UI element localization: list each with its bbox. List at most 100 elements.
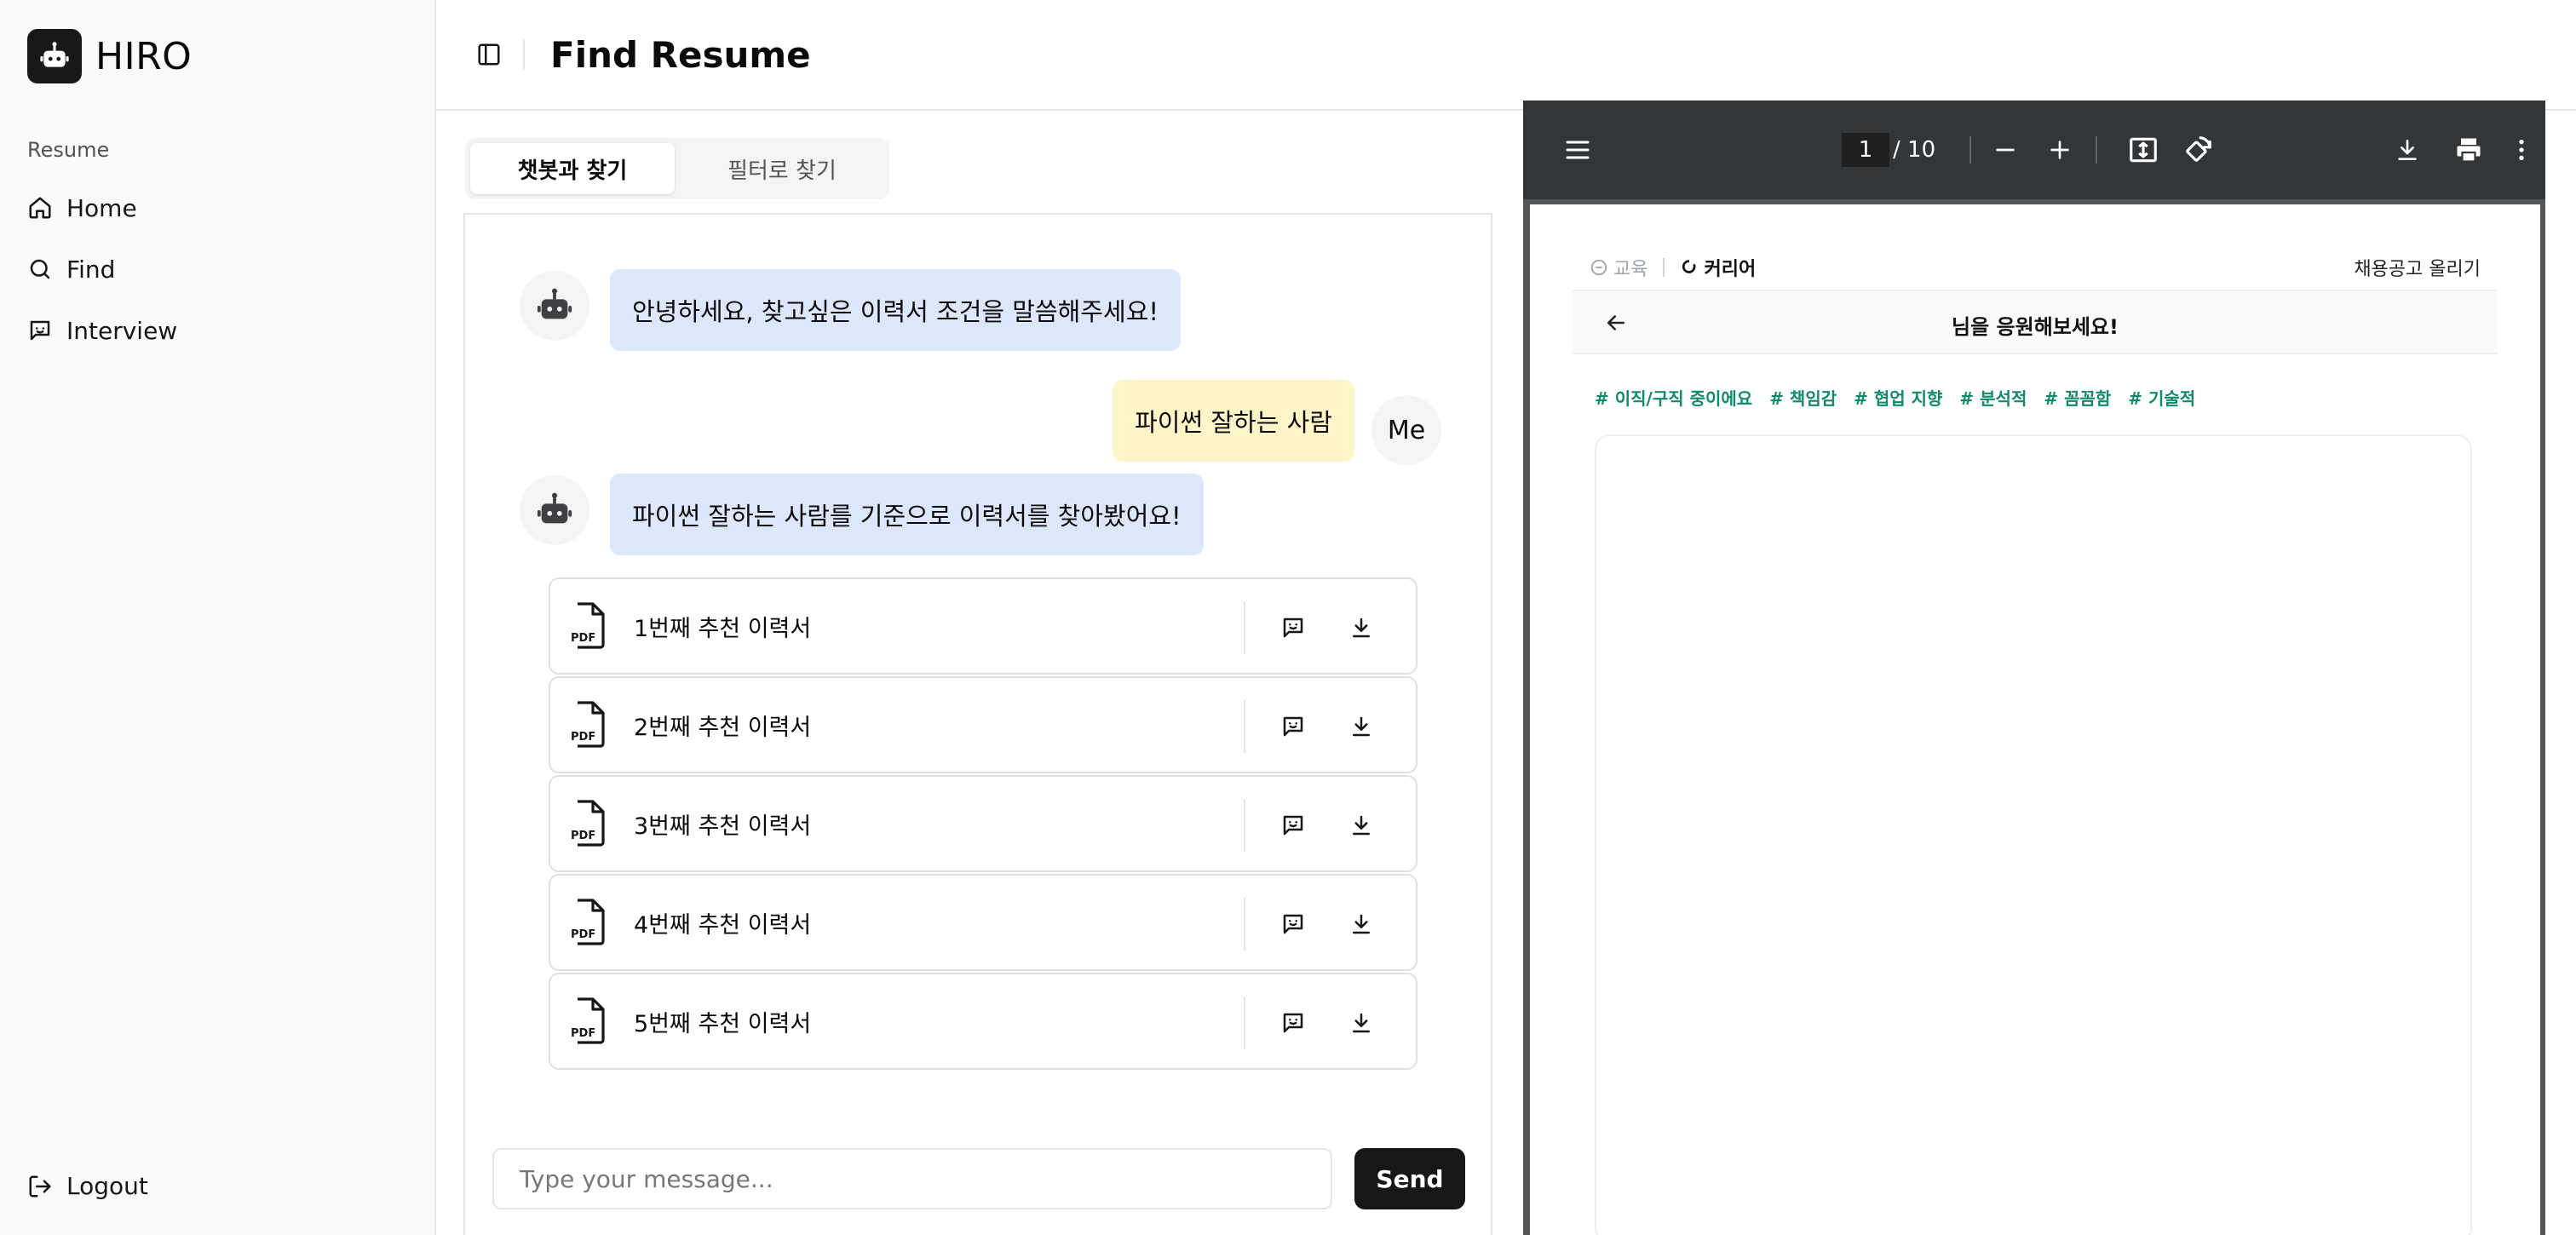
pdf-post-job-link: 채용공고 올리기 bbox=[2354, 259, 2481, 280]
message-smile-icon bbox=[1283, 815, 1303, 836]
pdf-content-card bbox=[1595, 434, 2472, 1235]
download-button[interactable] bbox=[2387, 129, 2428, 170]
resume-result-label: 2번째 추천 이력서 bbox=[634, 714, 812, 741]
zoom-out-button[interactable] bbox=[1985, 129, 2026, 170]
download-icon bbox=[1353, 815, 1370, 836]
sidebar-item-label: Interview bbox=[66, 316, 178, 345]
interview-chat-button[interactable] bbox=[1276, 709, 1310, 744]
download-icon bbox=[1353, 1013, 1370, 1033]
sidebar-nav: Home Find Interview bbox=[27, 177, 411, 361]
sidebar-item-label: Home bbox=[66, 193, 137, 222]
download-resume-button[interactable] bbox=[1344, 709, 1378, 744]
logout-label: Logout bbox=[66, 1172, 148, 1200]
download-icon bbox=[1353, 716, 1370, 737]
sidebar-item-interview[interactable]: Interview bbox=[27, 300, 411, 361]
robot-logo-icon bbox=[27, 29, 82, 83]
resume-results-list: PDF 1번째 추천 이력서 PDF 2번째 추천 이력서 PDF 3번째 추천 이력서 P… bbox=[549, 577, 1417, 1071]
resume-result-item[interactable]: PDF 4번째 추천 이력서 bbox=[549, 874, 1417, 971]
pdf-nav-education-label: 교육 bbox=[1613, 259, 1648, 280]
pdf-nav-education: 교육 bbox=[1590, 254, 1647, 281]
sidebar-item-home[interactable]: Home bbox=[27, 177, 411, 238]
search-mode-tabs: 챗봇과 찾기 필터로 찾기 bbox=[465, 138, 889, 199]
send-button[interactable]: Send bbox=[1354, 1148, 1465, 1209]
download-resume-button[interactable] bbox=[1344, 1006, 1378, 1040]
pdf-nav: 교육 커리어 bbox=[1590, 254, 1756, 281]
user-message: 파이썬 잘하는 사람 bbox=[1113, 380, 1354, 462]
tab-filter-search[interactable]: 필터로 찾기 bbox=[680, 143, 884, 194]
menu-button[interactable] bbox=[1557, 129, 1598, 170]
sidebar-toggle-button[interactable] bbox=[465, 31, 513, 78]
bot-avatar bbox=[520, 271, 589, 341]
fit-page-button[interactable] bbox=[2123, 129, 2164, 170]
page-number-input[interactable]: 1 bbox=[1842, 133, 1889, 167]
interview-chat-button[interactable] bbox=[1276, 1006, 1310, 1040]
bot-message: 안녕하세요, 찾고싶은 이력서 조건을 말씀해주세요! bbox=[610, 269, 1181, 351]
message-smile-icon bbox=[1283, 914, 1303, 934]
resume-result-label: 5번째 추천 이력서 bbox=[634, 1010, 812, 1037]
resume-result-item[interactable]: PDF 3번째 추천 이력서 bbox=[549, 775, 1417, 872]
logout-button[interactable]: Logout bbox=[27, 1172, 148, 1200]
message-input[interactable] bbox=[492, 1148, 1332, 1209]
pdf-page: 교육 커리어 채용공고 올리기 님을 응원해보세요! # 이직/구직 중이에요 … bbox=[1530, 204, 2540, 1235]
more-vertical-icon bbox=[2519, 140, 2524, 160]
search-icon bbox=[30, 259, 50, 279]
more-options-button[interactable] bbox=[2501, 129, 2542, 170]
pdf-tag: # 분석적 bbox=[1959, 388, 2027, 409]
svg-text:PDF: PDF bbox=[571, 830, 595, 842]
toolbar-divider bbox=[2096, 136, 2097, 164]
pdf-subheader: 님을 응원해보세요! bbox=[1573, 290, 2498, 354]
rotate-button[interactable] bbox=[2177, 129, 2218, 170]
tab-chatbot-search[interactable]: 챗봇과 찾기 bbox=[470, 143, 675, 194]
home-icon bbox=[29, 197, 51, 219]
pdf-tag: # 협업 지향 bbox=[1854, 388, 1943, 409]
download-resume-button[interactable] bbox=[1344, 808, 1378, 842]
pdf-toolbar: 1 / 10 bbox=[1523, 101, 2545, 199]
result-divider bbox=[1244, 997, 1245, 1049]
resume-result-item[interactable]: PDF 1번째 추천 이력서 bbox=[549, 577, 1417, 675]
pdf-file-icon: PDF bbox=[571, 800, 605, 847]
panel-left-icon bbox=[478, 43, 500, 66]
message-square-icon bbox=[30, 320, 50, 341]
brand[interactable]: HIRO bbox=[27, 29, 192, 83]
bot-avatar bbox=[520, 475, 589, 545]
interview-chat-button[interactable] bbox=[1276, 907, 1310, 941]
svg-text:PDF: PDF bbox=[571, 632, 595, 645]
result-divider bbox=[1244, 700, 1245, 753]
pdf-tag: # 이직/구직 중이에요 bbox=[1595, 388, 1753, 409]
sidebar-item-find[interactable]: Find bbox=[27, 238, 411, 300]
resume-result-label: 4번째 추천 이력서 bbox=[634, 911, 812, 939]
brand-name: HIRO bbox=[95, 34, 193, 78]
print-button[interactable] bbox=[2448, 129, 2489, 170]
robot-icon bbox=[537, 288, 572, 319]
download-resume-button[interactable] bbox=[1344, 907, 1378, 941]
fit-page-icon bbox=[2130, 137, 2157, 163]
result-divider bbox=[1244, 601, 1245, 654]
pdf-file-icon: PDF bbox=[571, 701, 605, 748]
svg-text:PDF: PDF bbox=[571, 731, 595, 744]
download-resume-button[interactable] bbox=[1344, 611, 1378, 645]
chat-panel: 안녕하세요, 찾고싶은 이력서 조건을 말씀해주세요! 파이썬 잘하는 사람 M… bbox=[463, 213, 1492, 1235]
svg-text:PDF: PDF bbox=[571, 1027, 595, 1040]
download-icon bbox=[2398, 140, 2417, 160]
pdf-tags: # 이직/구직 중이에요 # 책임감 # 협업 지향 # 분석적 # 꼼꼼함 #… bbox=[1595, 385, 2195, 410]
download-icon bbox=[1353, 914, 1370, 934]
resume-result-label: 3번째 추천 이력서 bbox=[634, 813, 812, 840]
pdf-nav-career: 커리어 bbox=[1680, 254, 1756, 281]
print-icon bbox=[2457, 138, 2481, 163]
resume-result-label: 1번째 추천 이력서 bbox=[634, 615, 812, 642]
resume-result-item[interactable]: PDF 2번째 추천 이력서 bbox=[549, 676, 1417, 773]
pdf-cheer-text: 님을 응원해보세요! bbox=[1952, 315, 2119, 339]
interview-chat-button[interactable] bbox=[1276, 808, 1310, 842]
pdf-tag: # 책임감 bbox=[1769, 388, 1837, 409]
pdf-tag: # 기술적 bbox=[2128, 388, 2196, 409]
header-divider bbox=[523, 39, 525, 70]
zoom-in-button[interactable] bbox=[2039, 129, 2080, 170]
resume-result-item[interactable]: PDF 5번째 추천 이력서 bbox=[549, 973, 1417, 1070]
education-icon bbox=[1590, 259, 1607, 276]
interview-chat-button[interactable] bbox=[1276, 611, 1310, 645]
result-divider bbox=[1244, 898, 1245, 951]
page-title: Find Resume bbox=[550, 33, 811, 76]
nav-group-label: Resume bbox=[27, 138, 110, 162]
bot-message: 파이썬 잘하는 사람를 기준으로 이력서를 찾아봤어요! bbox=[610, 474, 1204, 555]
message-smile-icon bbox=[1283, 716, 1303, 737]
